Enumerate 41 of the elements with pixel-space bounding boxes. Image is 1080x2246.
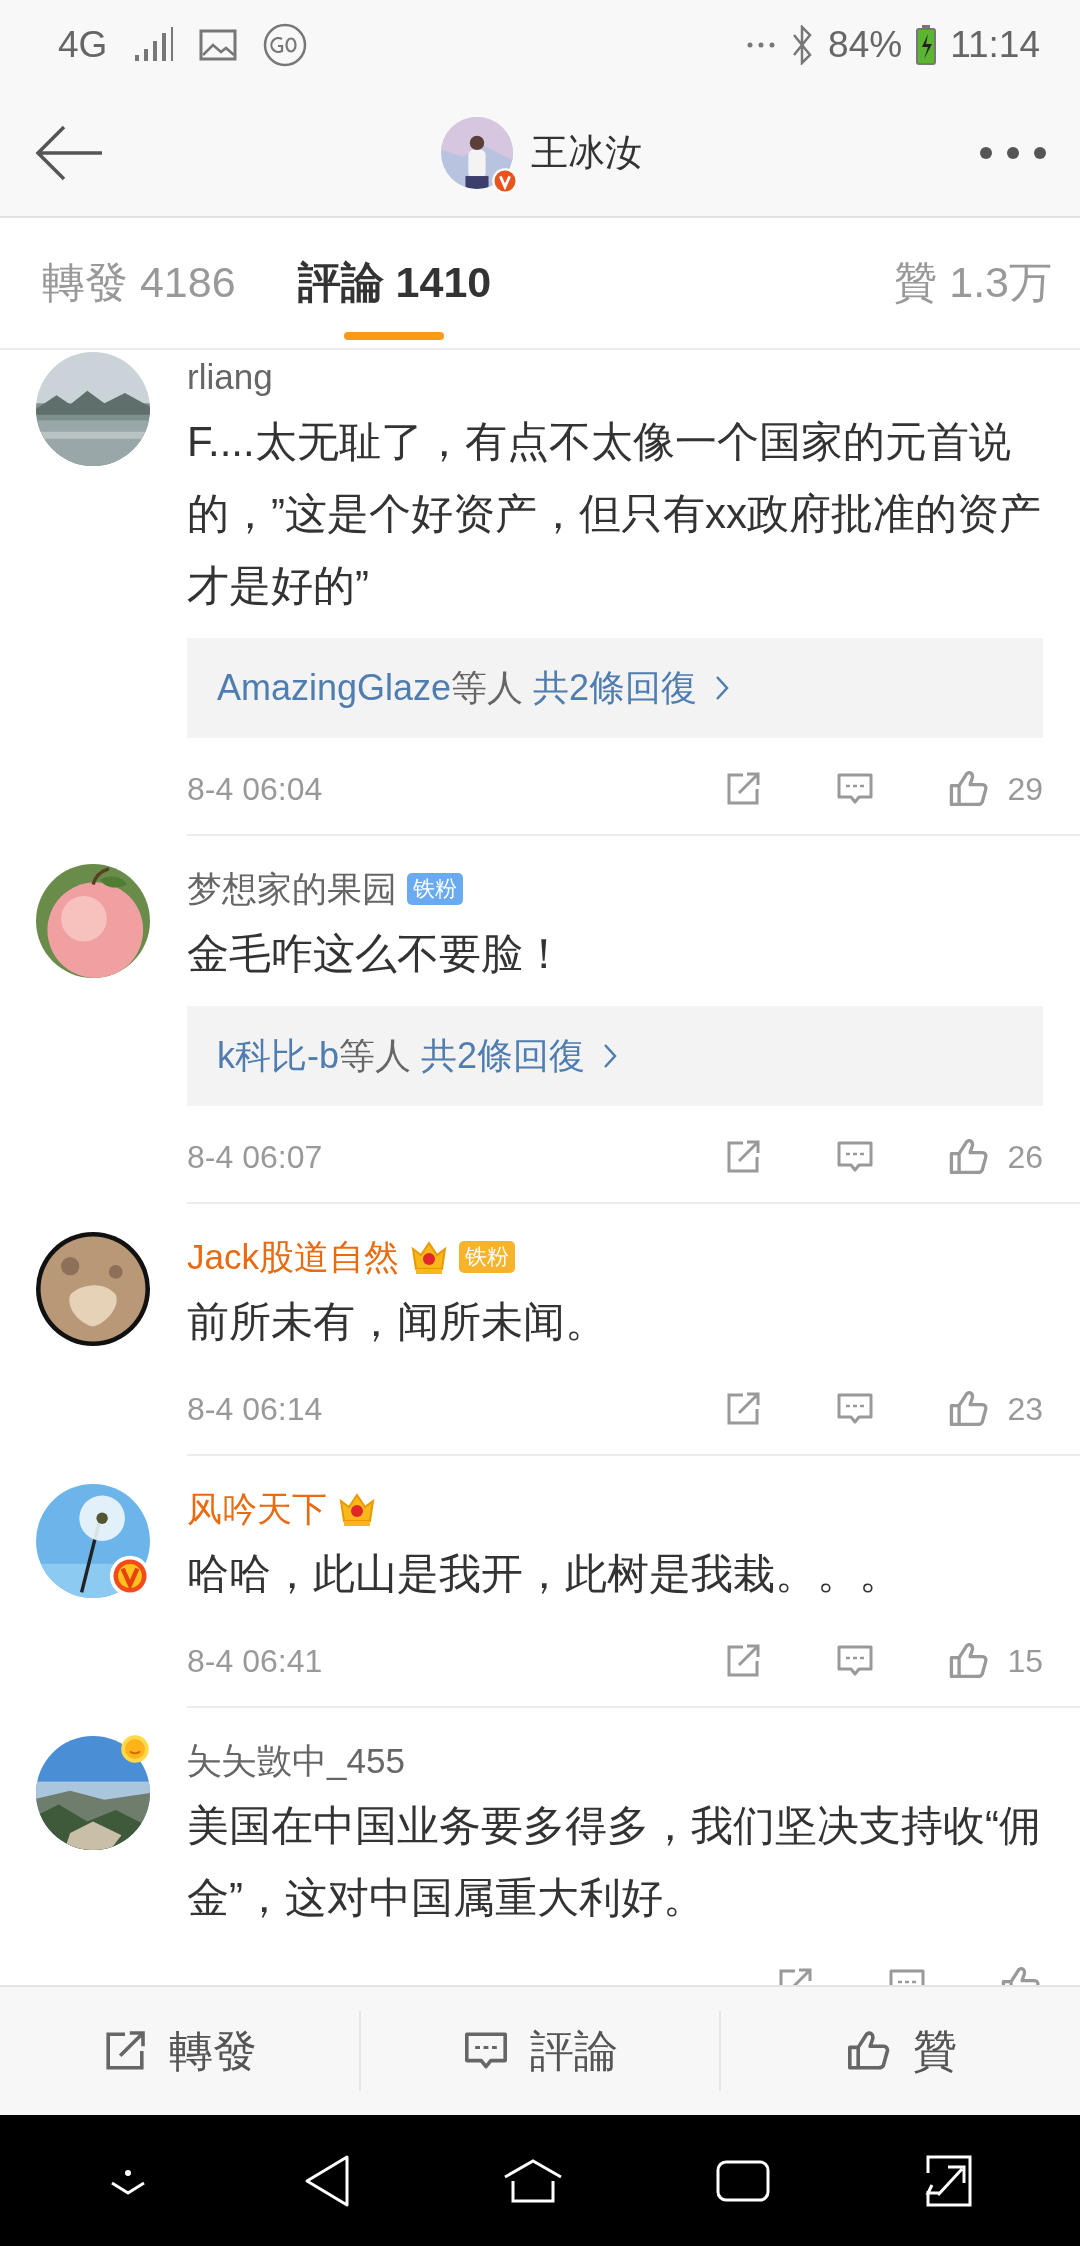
page-title: 王冰汝	[530, 131, 642, 175]
timestamp: 8-4 06:04	[187, 770, 323, 808]
more-icon[interactable]	[978, 145, 1048, 161]
battery-icon	[916, 25, 937, 65]
signal-icon	[133, 27, 174, 63]
like-count: 23	[1007, 1390, 1043, 1428]
timestamp: 8-4 06:07	[187, 1138, 323, 1176]
replies-link[interactable]: k科比-b等人 共2條回復	[187, 1006, 1043, 1106]
comment-text: 金毛咋这么不要脸！	[187, 929, 566, 979]
comment-button[interactable]: 評論	[358, 2011, 720, 2091]
comment-text: 哈哈，此山是我开，此树是我栽。。。	[187, 1549, 902, 1599]
like-count: 26	[1007, 1138, 1043, 1176]
timestamp: 8-4 06:41	[187, 1642, 323, 1680]
battery-percent: 84%	[828, 24, 903, 66]
verified-badge-icon	[490, 167, 519, 195]
user-name[interactable]: Jack股道自然	[187, 1233, 399, 1281]
chevron-icon	[603, 1043, 618, 1069]
image-icon	[199, 29, 238, 61]
like-button[interactable]: 贊	[719, 2011, 1080, 2091]
user-name[interactable]: 梦想家的果园	[187, 865, 397, 913]
user-name[interactable]: 夨夨敳中_455	[187, 1737, 405, 1785]
tab[interactable]: 評論 1410	[297, 218, 492, 348]
chevron-icon	[715, 675, 730, 701]
share-button[interactable]: 轉發	[0, 2011, 359, 2091]
timestamp: 8-4 06:14	[187, 1390, 323, 1428]
fan-badge: 铁粉	[458, 1241, 515, 1273]
sun-badge-icon	[120, 1734, 150, 1764]
replies-link[interactable]: AmazingGlaze等人 共2條回復	[187, 638, 1043, 738]
like-count: 15	[1007, 1642, 1043, 1680]
fan-badge: 铁粉	[407, 873, 463, 905]
clock-time: 11:14	[950, 24, 1040, 66]
like-count: 29	[1007, 770, 1043, 808]
recents-icon[interactable]	[715, 2158, 772, 2203]
user-name[interactable]: rliang	[187, 357, 273, 397]
user-name[interactable]: 风吟天下	[187, 1485, 327, 1533]
network-type: 4G	[58, 24, 108, 66]
comment-text: 美国在中国业务要多得多，我们坚决支持收“佣金”，这对中国属重大利好。	[187, 1801, 1042, 1923]
comment-text: 前所未有，闻所未闻。	[187, 1297, 608, 1347]
comment-text: F....太无耻了，有点不太像一个国家的元首说的，”这是个好资产，但只有xx政府批准的资产才是好的”	[187, 417, 1042, 611]
go-icon	[263, 23, 308, 67]
more-icon	[746, 41, 777, 49]
